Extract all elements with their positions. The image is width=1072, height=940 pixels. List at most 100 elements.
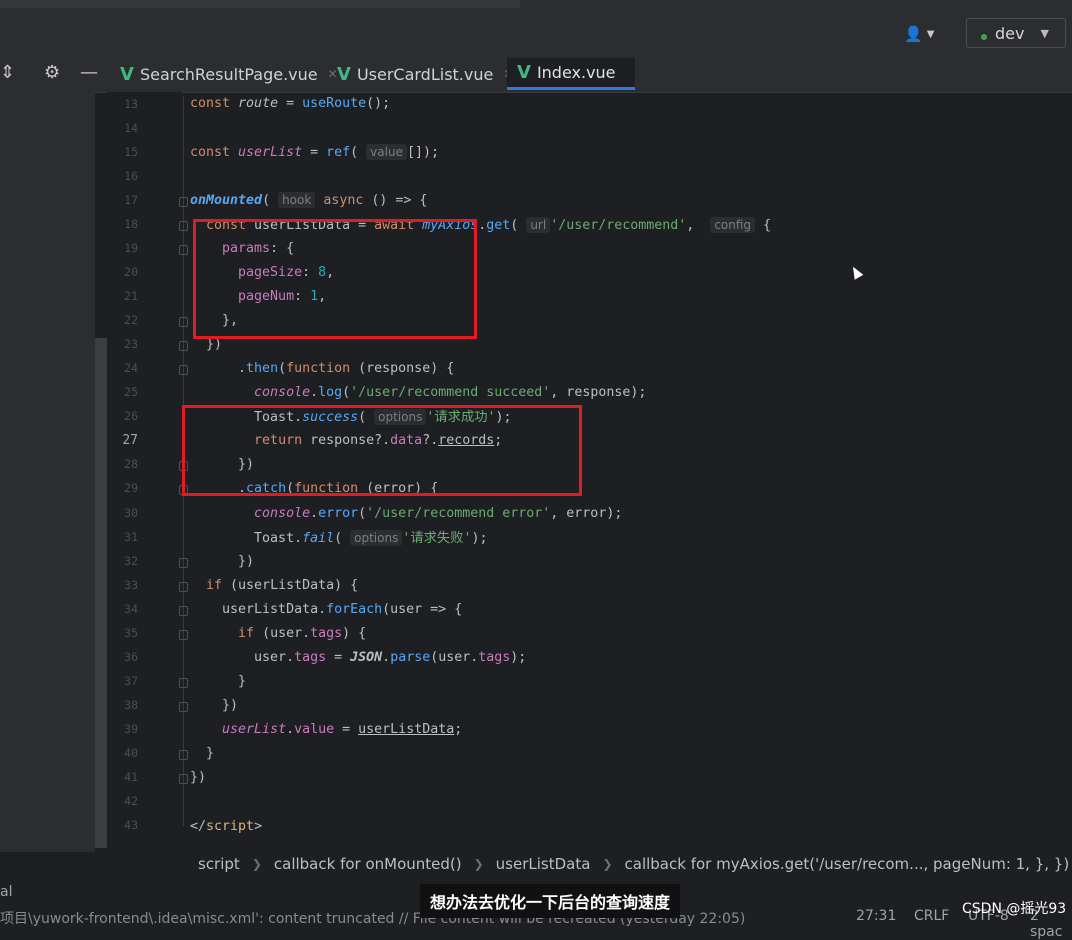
fold-marker[interactable] <box>179 630 188 640</box>
code-line-32[interactable]: }) <box>190 553 254 571</box>
property: value <box>294 722 334 737</box>
function-call: log <box>318 385 342 400</box>
identifier: userListData. <box>190 602 326 617</box>
fold-marker[interactable] <box>179 221 188 231</box>
code-line-15[interactable]: const userList = ref( value[]); <box>190 143 439 162</box>
fold-marker[interactable] <box>179 750 188 760</box>
punctuation: , <box>686 218 710 233</box>
identifier: console <box>254 506 310 521</box>
breadcrumb-item[interactable]: callback for myAxios.get('/user/recom...… <box>625 855 1072 873</box>
identifier: Toast. <box>190 531 302 546</box>
code-line-39[interactable]: userList.value = userListData; <box>190 721 462 739</box>
line-number: 16 <box>114 169 138 183</box>
punctuation: }) <box>190 698 238 713</box>
line-number: 38 <box>114 698 138 712</box>
collapse-icon[interactable]: ⇕ <box>0 62 15 83</box>
code-line-38[interactable]: }) <box>190 697 238 715</box>
code-line-30[interactable]: console.error('/user/recommend error', e… <box>190 505 622 523</box>
code-line-37[interactable]: } <box>190 673 246 691</box>
line-number: 31 <box>114 530 138 544</box>
punctuation: ( <box>262 193 278 208</box>
identifier: userList <box>222 722 286 737</box>
line-number: 35 <box>114 626 138 640</box>
punctuation: , error); <box>550 506 622 521</box>
line-number: 23 <box>114 337 138 351</box>
code-line-43[interactable]: </script> <box>190 818 262 836</box>
fold-marker[interactable] <box>179 558 188 568</box>
code-line-34[interactable]: userListData.forEach(user => { <box>190 601 462 619</box>
tab-label: Index.vue <box>537 63 616 82</box>
line-number: 26 <box>114 409 138 423</box>
fold-marker[interactable] <box>179 774 188 784</box>
line-number: 24 <box>114 361 138 375</box>
punctuation: } <box>190 746 214 761</box>
tab-label: SearchResultPage.vue <box>140 65 318 84</box>
code-line-36[interactable]: user.tags = JSON.parse(user.tags); <box>190 649 526 667</box>
status-panel-label[interactable]: al <box>0 884 12 900</box>
fold-marker[interactable] <box>179 197 188 207</box>
fold-marker[interactable] <box>179 245 188 255</box>
fold-marker[interactable] <box>179 678 188 688</box>
user-menu-button[interactable]: 👤 ▼ <box>904 22 944 46</box>
watermark: CSDN @摇光93 <box>962 898 1066 918</box>
minimize-icon[interactable]: — <box>80 62 98 83</box>
breadcrumb-item[interactable]: script <box>198 855 240 873</box>
punctuation: { <box>755 218 771 233</box>
function-call: error <box>318 506 358 521</box>
vue-file-icon: V <box>517 62 531 83</box>
punctuation: ; <box>454 722 462 737</box>
panel-scrollbar[interactable] <box>95 338 107 848</box>
line-number: 39 <box>114 722 138 736</box>
property: tags <box>310 626 342 641</box>
property: tags <box>294 650 326 665</box>
parameter-hint: options <box>350 530 402 546</box>
breadcrumb-item[interactable]: callback for onMounted() <box>274 855 462 873</box>
caret-position[interactable]: 27:31 <box>856 908 896 924</box>
tag-name: script <box>206 819 254 834</box>
annotation-box <box>182 405 582 496</box>
punctuation: ) { <box>342 626 366 641</box>
string: '/user/recommend' <box>550 218 686 233</box>
code-line-13[interactable]: const route = useRoute(); <box>190 95 390 113</box>
chevron-right-icon: ❯ <box>602 857 612 871</box>
code-line-40[interactable]: } <box>190 745 214 763</box>
code-line-33[interactable]: if (userListData) { <box>190 577 358 595</box>
line-number: 29 <box>114 481 138 495</box>
line-number: 25 <box>114 385 138 399</box>
line-number: 22 <box>114 313 138 327</box>
fold-marker[interactable] <box>179 582 188 592</box>
identifier: console <box>254 385 310 400</box>
tab-user-card-list[interactable]: V UserCardList.vue ✕ <box>327 58 505 90</box>
punctuation: []); <box>407 145 439 160</box>
punctuation: ( <box>342 385 350 400</box>
string: '/user/recommend succeed' <box>350 385 550 400</box>
parameter-hint: url <box>526 217 550 233</box>
line-ending[interactable]: CRLF <box>914 908 949 924</box>
tab-search-result-page[interactable]: V SearchResultPage.vue ✕ <box>110 58 325 90</box>
punctuation: ( <box>510 218 526 233</box>
fold-marker[interactable] <box>179 702 188 712</box>
tab-index[interactable]: V Index.vue <box>507 58 635 90</box>
line-number: 17 <box>114 193 138 207</box>
fold-marker[interactable] <box>179 365 188 375</box>
punctuation: ( <box>278 361 286 376</box>
code-line-31[interactable]: Toast.fail( options'请求失败'); <box>190 529 488 548</box>
current-line-number: 27 <box>114 433 138 448</box>
punctuation: (user => { <box>382 602 462 617</box>
code-line-35[interactable]: if (user.tags) { <box>190 625 366 643</box>
punctuation: }) <box>190 770 206 785</box>
code-line-24[interactable]: .then(function (response) { <box>190 360 454 378</box>
breadcrumb: script ❯ callback for onMounted() ❯ user… <box>180 852 1072 876</box>
code-line-41[interactable]: }) <box>190 769 206 787</box>
code-line-25[interactable]: console.log('/user/recommend succeed', r… <box>190 384 646 402</box>
function-call: get <box>486 218 510 233</box>
branch-selector[interactable]: dev ▼ <box>966 18 1066 48</box>
function-call: fail <box>302 531 334 546</box>
fold-marker[interactable] <box>179 317 188 327</box>
punctuation: . <box>190 361 246 376</box>
fold-marker[interactable] <box>179 606 188 616</box>
code-line-17[interactable]: onMounted( hook async () => { <box>190 191 427 210</box>
gear-icon[interactable]: ⚙ <box>44 62 60 83</box>
fold-marker[interactable] <box>179 341 188 351</box>
breadcrumb-item[interactable]: userListData <box>496 855 591 873</box>
